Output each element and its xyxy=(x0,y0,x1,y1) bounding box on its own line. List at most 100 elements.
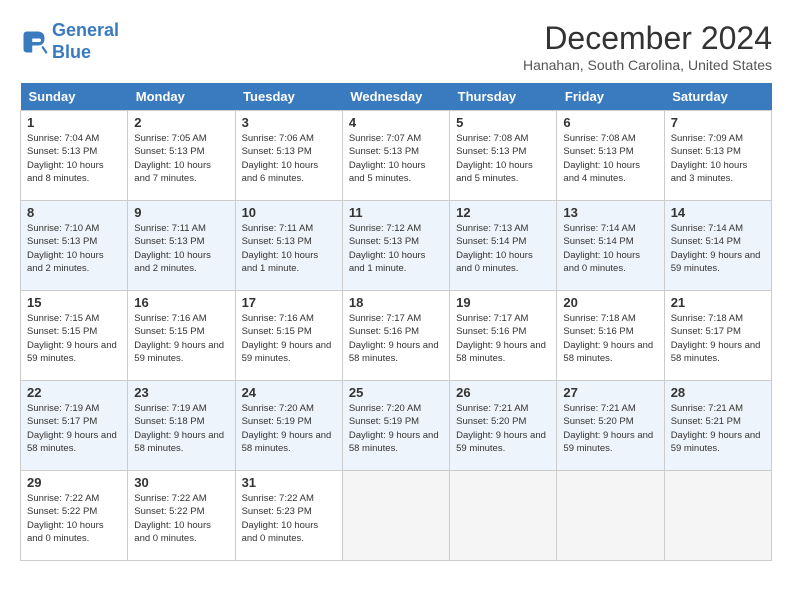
cell-info: Sunrise: 7:08 AMSunset: 5:13 PMDaylight:… xyxy=(563,132,657,185)
cell-info: Sunrise: 7:12 AMSunset: 5:13 PMDaylight:… xyxy=(349,222,443,275)
day-number: 29 xyxy=(27,475,121,490)
cell-info: Sunrise: 7:07 AMSunset: 5:13 PMDaylight:… xyxy=(349,132,443,185)
day-number: 28 xyxy=(671,385,765,400)
cell-info: Sunrise: 7:09 AMSunset: 5:13 PMDaylight:… xyxy=(671,132,765,185)
cell-info: Sunrise: 7:05 AMSunset: 5:13 PMDaylight:… xyxy=(134,132,228,185)
cell-info: Sunrise: 7:19 AMSunset: 5:17 PMDaylight:… xyxy=(27,402,121,455)
calendar-cell: 9 Sunrise: 7:11 AMSunset: 5:13 PMDaylight… xyxy=(128,201,235,291)
calendar-cell: 6 Sunrise: 7:08 AMSunset: 5:13 PMDaylight… xyxy=(557,111,664,201)
cell-info: Sunrise: 7:08 AMSunset: 5:13 PMDaylight:… xyxy=(456,132,550,185)
calendar-cell xyxy=(450,471,557,561)
calendar-cell: 18Sunrise: 7:17 AMSunset: 5:16 PMDayligh… xyxy=(342,291,449,381)
calendar-cell: 5 Sunrise: 7:08 AMSunset: 5:13 PMDaylight… xyxy=(450,111,557,201)
week-row-4: 22 Sunrise: 7:19 AMSunset: 5:17 PMDayligh… xyxy=(21,381,772,471)
calendar-cell: 21Sunrise: 7:18 AMSunset: 5:17 PMDayligh… xyxy=(664,291,771,381)
calendar-cell: 17 Sunrise: 7:16 AMSunset: 5:15 PMDayligh… xyxy=(235,291,342,381)
day-number: 25 xyxy=(349,385,443,400)
day-number: 15 xyxy=(27,295,121,310)
cell-info: Sunrise: 7:14 AMSunset: 5:14 PMDaylight:… xyxy=(563,222,657,275)
cell-info: Sunrise: 7:14 AMSunset: 5:14 PMDaylight:… xyxy=(671,222,765,275)
calendar-cell: 12 Sunrise: 7:13 AMSunset: 5:14 PMDayligh… xyxy=(450,201,557,291)
header-row: SundayMondayTuesdayWednesdayThursdayFrid… xyxy=(21,83,772,111)
cell-info: Sunrise: 7:21 AMSunset: 5:21 PMDaylight:… xyxy=(671,402,765,455)
day-number: 20 xyxy=(563,295,657,310)
calendar-cell: 1 Sunrise: 7:04 AMSunset: 5:13 PMDaylight… xyxy=(21,111,128,201)
calendar-cell xyxy=(664,471,771,561)
calendar-cell: 25Sunrise: 7:20 AMSunset: 5:19 PMDayligh… xyxy=(342,381,449,471)
calendar-cell: 28 Sunrise: 7:21 AMSunset: 5:21 PMDayligh… xyxy=(664,381,771,471)
day-header-wednesday: Wednesday xyxy=(342,83,449,111)
day-header-tuesday: Tuesday xyxy=(235,83,342,111)
day-number: 12 xyxy=(456,205,550,220)
cell-info: Sunrise: 7:10 AMSunset: 5:13 PMDaylight:… xyxy=(27,222,121,275)
cell-info: Sunrise: 7:22 AMSunset: 5:22 PMDaylight:… xyxy=(134,492,228,545)
week-row-2: 8 Sunrise: 7:10 AMSunset: 5:13 PMDaylight… xyxy=(21,201,772,291)
calendar-cell: 19 Sunrise: 7:17 AMSunset: 5:16 PMDayligh… xyxy=(450,291,557,381)
day-number: 9 xyxy=(134,205,228,220)
logo: General Blue xyxy=(20,20,119,63)
day-header-saturday: Saturday xyxy=(664,83,771,111)
calendar-cell: 27Sunrise: 7:21 AMSunset: 5:20 PMDayligh… xyxy=(557,381,664,471)
calendar-cell: 4 Sunrise: 7:07 AMSunset: 5:13 PMDaylight… xyxy=(342,111,449,201)
cell-info: Sunrise: 7:15 AMSunset: 5:15 PMDaylight:… xyxy=(27,312,121,365)
cell-info: Sunrise: 7:04 AMSunset: 5:13 PMDaylight:… xyxy=(27,132,121,185)
week-row-1: 1 Sunrise: 7:04 AMSunset: 5:13 PMDaylight… xyxy=(21,111,772,201)
calendar-cell: 24Sunrise: 7:20 AMSunset: 5:19 PMDayligh… xyxy=(235,381,342,471)
day-number: 11 xyxy=(349,205,443,220)
day-number: 31 xyxy=(242,475,336,490)
day-number: 19 xyxy=(456,295,550,310)
day-number: 6 xyxy=(563,115,657,130)
calendar-cell: 10Sunrise: 7:11 AMSunset: 5:13 PMDayligh… xyxy=(235,201,342,291)
cell-info: Sunrise: 7:17 AMSunset: 5:16 PMDaylight:… xyxy=(349,312,443,365)
logo-icon xyxy=(20,28,48,56)
cell-info: Sunrise: 7:22 AMSunset: 5:23 PMDaylight:… xyxy=(242,492,336,545)
calendar-cell: 13 Sunrise: 7:14 AMSunset: 5:14 PMDayligh… xyxy=(557,201,664,291)
calendar-cell: 31 Sunrise: 7:22 AMSunset: 5:23 PMDayligh… xyxy=(235,471,342,561)
calendar-cell xyxy=(557,471,664,561)
day-number: 13 xyxy=(563,205,657,220)
calendar-cell: 2 Sunrise: 7:05 AMSunset: 5:13 PMDaylight… xyxy=(128,111,235,201)
day-number: 3 xyxy=(242,115,336,130)
cell-info: Sunrise: 7:19 AMSunset: 5:18 PMDaylight:… xyxy=(134,402,228,455)
day-number: 17 xyxy=(242,295,336,310)
calendar-cell: 7Sunrise: 7:09 AMSunset: 5:13 PMDaylight… xyxy=(664,111,771,201)
cell-info: Sunrise: 7:16 AMSunset: 5:15 PMDaylight:… xyxy=(242,312,336,365)
day-number: 8 xyxy=(27,205,121,220)
calendar-cell: 15 Sunrise: 7:15 AMSunset: 5:15 PMDayligh… xyxy=(21,291,128,381)
calendar-cell: 20Sunrise: 7:18 AMSunset: 5:16 PMDayligh… xyxy=(557,291,664,381)
day-number: 2 xyxy=(134,115,228,130)
day-number: 22 xyxy=(27,385,121,400)
week-row-5: 29 Sunrise: 7:22 AMSunset: 5:22 PMDayligh… xyxy=(21,471,772,561)
day-number: 24 xyxy=(242,385,336,400)
cell-info: Sunrise: 7:21 AMSunset: 5:20 PMDaylight:… xyxy=(563,402,657,455)
month-title: December 2024 xyxy=(523,20,772,57)
cell-info: Sunrise: 7:11 AMSunset: 5:13 PMDaylight:… xyxy=(134,222,228,275)
day-number: 14 xyxy=(671,205,765,220)
cell-info: Sunrise: 7:13 AMSunset: 5:14 PMDaylight:… xyxy=(456,222,550,275)
day-header-friday: Friday xyxy=(557,83,664,111)
day-number: 26 xyxy=(456,385,550,400)
day-number: 30 xyxy=(134,475,228,490)
day-header-monday: Monday xyxy=(128,83,235,111)
cell-info: Sunrise: 7:17 AMSunset: 5:16 PMDaylight:… xyxy=(456,312,550,365)
day-number: 23 xyxy=(134,385,228,400)
calendar-cell: 16Sunrise: 7:16 AMSunset: 5:15 PMDayligh… xyxy=(128,291,235,381)
calendar-cell: 23 Sunrise: 7:19 AMSunset: 5:18 PMDayligh… xyxy=(128,381,235,471)
page-header: General Blue December 2024 Hanahan, Sout… xyxy=(20,20,772,73)
day-number: 5 xyxy=(456,115,550,130)
cell-info: Sunrise: 7:22 AMSunset: 5:22 PMDaylight:… xyxy=(27,492,121,545)
week-row-3: 15 Sunrise: 7:15 AMSunset: 5:15 PMDayligh… xyxy=(21,291,772,381)
day-number: 1 xyxy=(27,115,121,130)
calendar-table: SundayMondayTuesdayWednesdayThursdayFrid… xyxy=(20,83,772,561)
cell-info: Sunrise: 7:11 AMSunset: 5:13 PMDaylight:… xyxy=(242,222,336,275)
cell-info: Sunrise: 7:21 AMSunset: 5:20 PMDaylight:… xyxy=(456,402,550,455)
day-number: 4 xyxy=(349,115,443,130)
cell-info: Sunrise: 7:06 AMSunset: 5:13 PMDaylight:… xyxy=(242,132,336,185)
calendar-cell: 14 Sunrise: 7:14 AMSunset: 5:14 PMDayligh… xyxy=(664,201,771,291)
calendar-cell: 29 Sunrise: 7:22 AMSunset: 5:22 PMDayligh… xyxy=(21,471,128,561)
calendar-cell: 30 Sunrise: 7:22 AMSunset: 5:22 PMDayligh… xyxy=(128,471,235,561)
location: Hanahan, South Carolina, United States xyxy=(523,57,772,73)
calendar-cell: 26 Sunrise: 7:21 AMSunset: 5:20 PMDayligh… xyxy=(450,381,557,471)
calendar-cell: 8 Sunrise: 7:10 AMSunset: 5:13 PMDaylight… xyxy=(21,201,128,291)
calendar-cell: 22 Sunrise: 7:19 AMSunset: 5:17 PMDayligh… xyxy=(21,381,128,471)
